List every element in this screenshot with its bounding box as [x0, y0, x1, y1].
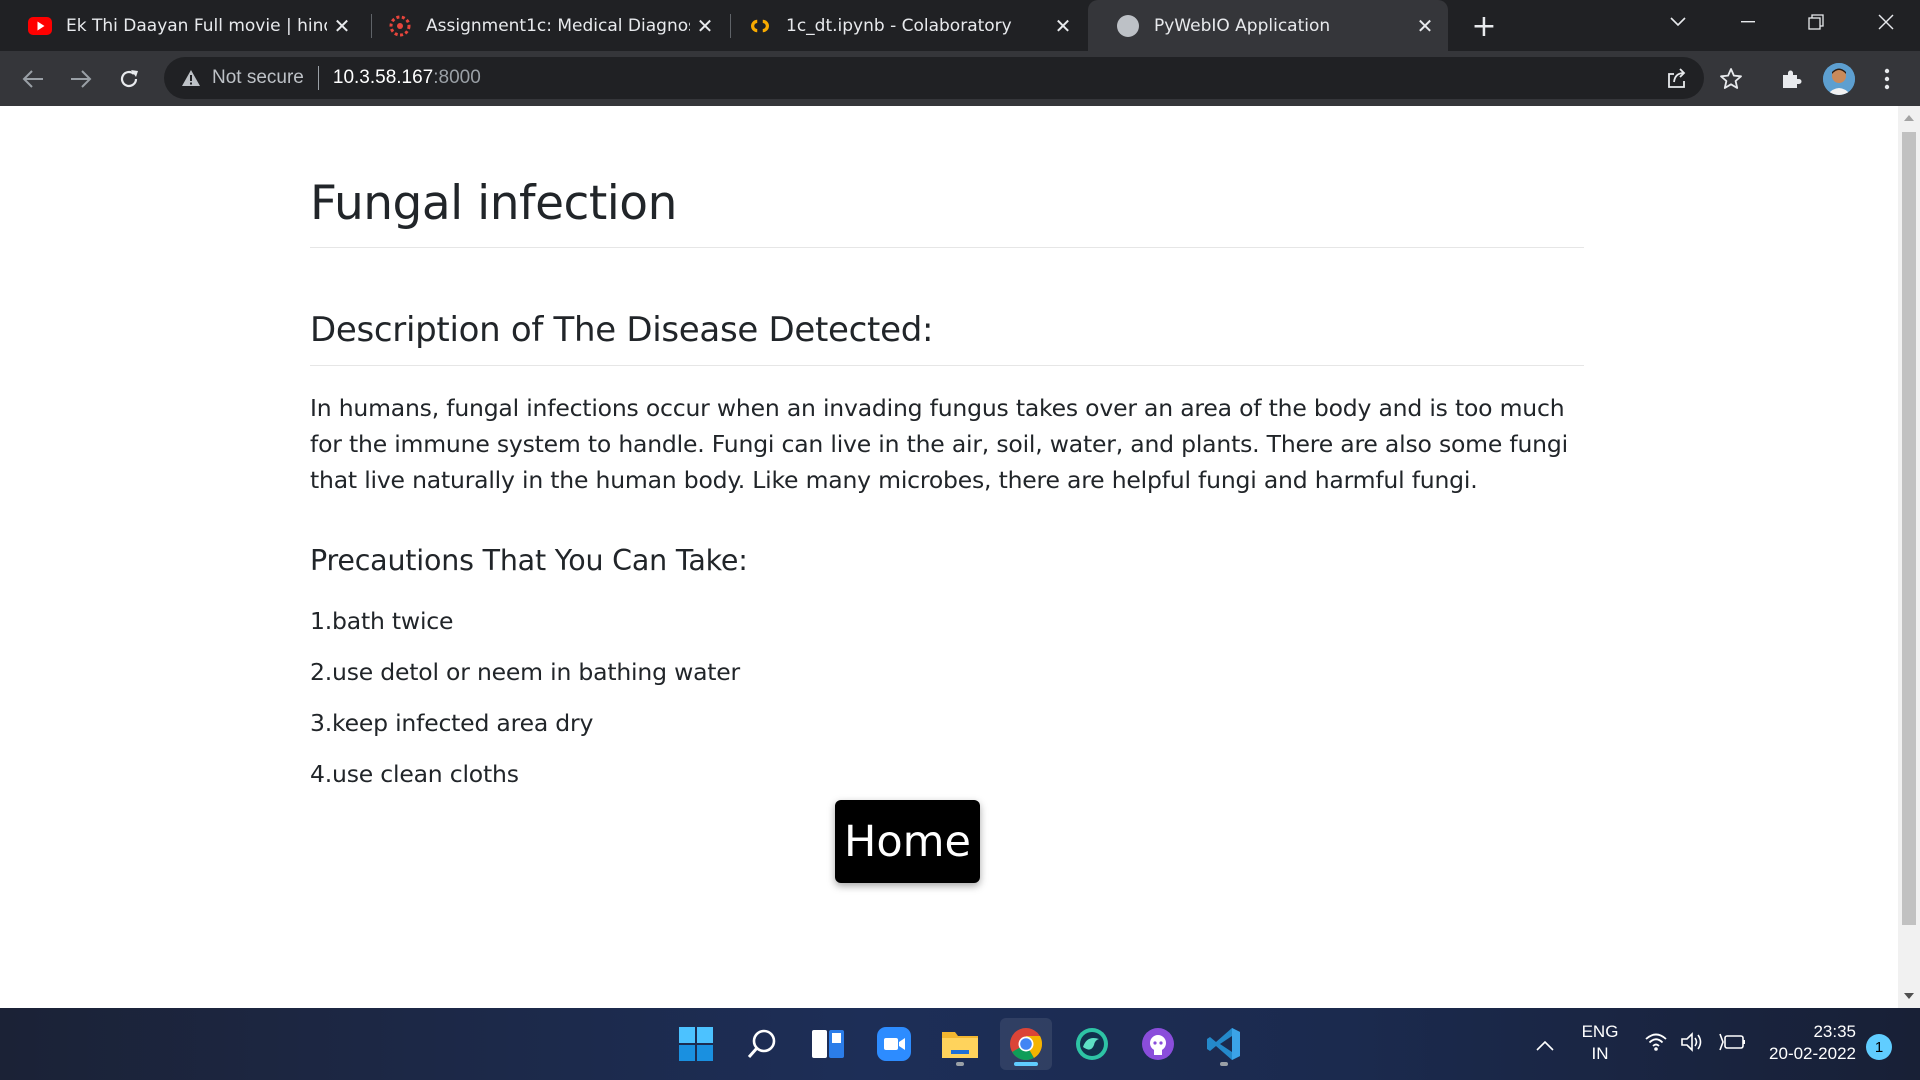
widgets-button[interactable]: [802, 1018, 854, 1070]
profile-button[interactable]: [1820, 60, 1858, 98]
notification-badge[interactable]: 1: [1866, 1034, 1892, 1060]
tab-pywebio[interactable]: PyWebIO Application ✕: [1088, 0, 1448, 51]
close-icon[interactable]: ✕: [1410, 11, 1440, 41]
clock[interactable]: 23:35 20-02-2022: [1752, 1022, 1856, 1064]
url-host: 10.3.58.167: [332, 67, 434, 88]
chevron-up-icon: [1536, 1040, 1554, 1051]
battery-icon: [1719, 1033, 1745, 1051]
running-indicator: [1220, 1062, 1228, 1066]
zoom-icon: [877, 1027, 911, 1061]
scroll-up-icon[interactable]: [1898, 108, 1920, 128]
back-button[interactable]: [14, 60, 52, 98]
tab-title: PyWebIO Application: [1154, 15, 1331, 36]
start-button[interactable]: [670, 1018, 722, 1070]
github-desktop-icon: [1142, 1028, 1174, 1060]
close-window-button[interactable]: [1852, 0, 1920, 44]
new-tab-button[interactable]: +: [1466, 8, 1502, 44]
page-viewport: Fungal infection Description of The Dise…: [0, 106, 1898, 1008]
extensions-button[interactable]: [1772, 60, 1810, 98]
precaution-item: 4.use clean cloths: [310, 760, 519, 788]
edge-dev-app[interactable]: [1066, 1018, 1118, 1070]
search-button[interactable]: [736, 1018, 788, 1070]
chevron-down-icon: [1670, 17, 1686, 27]
browser-menu-button[interactable]: [1868, 60, 1906, 98]
tab-youtube[interactable]: Ek Thi Daayan Full movie | hindi h ✕: [0, 0, 365, 51]
reload-icon: [120, 70, 138, 88]
share-icon[interactable]: [1666, 67, 1688, 89]
security-label[interactable]: Not secure: [212, 67, 304, 89]
vscode-icon: [1207, 1028, 1240, 1060]
close-icon[interactable]: ✕: [690, 11, 720, 41]
zoom-app[interactable]: [868, 1018, 920, 1070]
close-icon: [1878, 14, 1894, 30]
precaution-item: 1.bath twice: [310, 607, 454, 635]
show-hidden-icons-button[interactable]: [1536, 1036, 1554, 1055]
start-icon: [679, 1027, 713, 1061]
active-indicator: [1014, 1062, 1038, 1066]
chrome-icon: [1010, 1028, 1043, 1061]
warning-icon: [180, 67, 202, 89]
search-icon: [747, 1029, 776, 1058]
page-title: Fungal infection: [310, 176, 677, 231]
globe-icon: [1116, 14, 1140, 38]
dotted-circle-icon: [388, 14, 412, 38]
divider: [317, 66, 319, 90]
close-icon[interactable]: ✕: [327, 11, 357, 41]
colab-icon: [748, 14, 772, 38]
restore-icon: [1808, 14, 1824, 30]
home-button[interactable]: Home: [835, 800, 980, 883]
vscode-app[interactable]: [1198, 1018, 1250, 1070]
more-vert-icon: [1884, 68, 1890, 90]
scrollbar-thumb[interactable]: [1902, 132, 1916, 925]
vertical-scrollbar[interactable]: [1898, 106, 1920, 1008]
tab-title: 1c_dt.ipynb - Colaboratory: [786, 15, 1012, 36]
divider: [310, 365, 1584, 366]
precautions-heading: Precautions That You Can Take:: [310, 544, 748, 577]
arrow-right-icon: [71, 70, 92, 88]
bookmark-star-button[interactable]: [1712, 60, 1750, 98]
taskbar: ENG IN 23:35 20-02-2022: [0, 1008, 1920, 1080]
avatar: [1823, 63, 1855, 95]
file-explorer-icon: [942, 1032, 978, 1058]
puzzle-icon: [1783, 70, 1802, 88]
tab-strip: Ek Thi Daayan Full movie | hindi h ✕ Ass…: [0, 0, 1920, 51]
precaution-item: 3.keep infected area dry: [310, 709, 594, 737]
file-explorer-app[interactable]: [934, 1018, 986, 1070]
language-label: ENG: [1581, 1022, 1619, 1041]
url-port: :8000: [433, 67, 481, 88]
address-bar[interactable]: Not secure 10.3.58.167:8000: [164, 57, 1704, 99]
widgets-icon: [812, 1030, 844, 1058]
tab-title: Ek Thi Daayan Full movie | hindi h: [66, 15, 327, 36]
volume-icon: [1681, 1032, 1702, 1052]
browser-toolbar: Not secure 10.3.58.167:8000: [0, 51, 1920, 106]
tab-assignment[interactable]: Assignment1c: Medical Diagnosis ✕: [360, 0, 728, 51]
tab-colab[interactable]: 1c_dt.ipynb - Colaboratory ✕: [720, 0, 1086, 51]
edge-dev-icon: [1076, 1028, 1108, 1060]
reload-button[interactable]: [110, 60, 148, 98]
minimize-icon: [1741, 21, 1755, 23]
tab-search-button[interactable]: [1644, 0, 1712, 44]
running-indicator: [956, 1062, 964, 1066]
star-icon: [1720, 68, 1742, 89]
date-label: 20-02-2022: [1769, 1044, 1856, 1063]
tab-title: Assignment1c: Medical Diagnosis: [426, 15, 690, 36]
youtube-icon: [28, 14, 52, 38]
wifi-icon: [1645, 1033, 1667, 1051]
divider: [310, 247, 1584, 248]
region-label: IN: [1591, 1044, 1609, 1063]
arrow-left-icon: [22, 70, 43, 88]
description-heading: Description of The Disease Detected:: [310, 310, 934, 350]
chrome-app[interactable]: [1000, 1018, 1052, 1070]
github-desktop-app[interactable]: [1132, 1018, 1184, 1070]
input-language[interactable]: ENG IN: [1572, 1022, 1628, 1064]
forward-button[interactable]: [62, 60, 100, 98]
system-tray-quick-settings[interactable]: [1644, 1032, 1746, 1052]
description-text: In humans, fungal infections occur when …: [310, 394, 1568, 494]
restore-button[interactable]: [1782, 0, 1850, 44]
minimize-button[interactable]: [1714, 0, 1782, 44]
time-label: 23:35: [1813, 1022, 1856, 1041]
close-icon[interactable]: ✕: [1048, 11, 1078, 41]
scroll-down-icon[interactable]: [1898, 986, 1920, 1006]
precaution-item: 2.use detol or neem in bathing water: [310, 658, 741, 686]
